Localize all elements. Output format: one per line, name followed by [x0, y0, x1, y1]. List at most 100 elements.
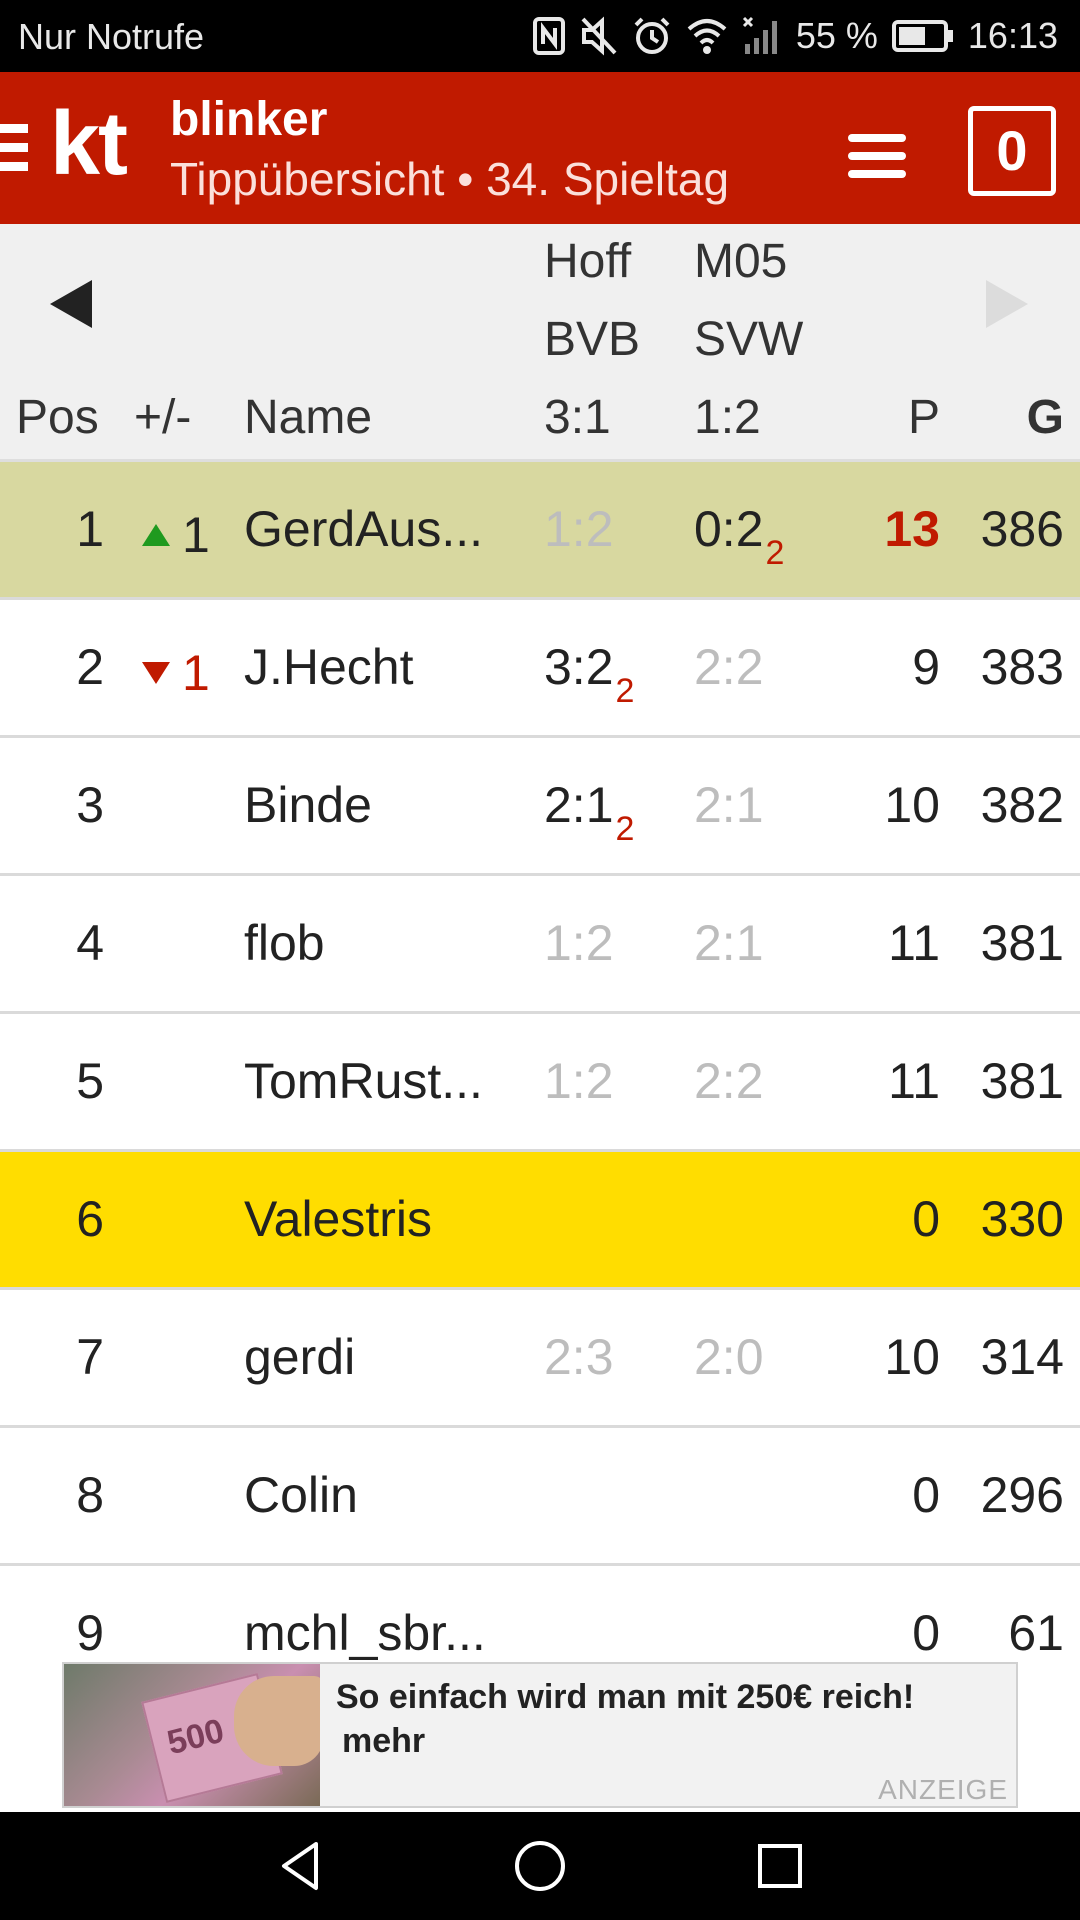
ad-label: ANZEIGE: [878, 1774, 1008, 1805]
ad-headline[interactable]: So einfach wird man mit 250€ reich!: [336, 1678, 914, 1717]
table-row[interactable]: 1 1 GerdAus... 1:2 0:22 13 386: [0, 462, 1080, 600]
trend-down-icon: [142, 662, 170, 684]
row-name: flob: [244, 915, 325, 971]
row-tip-match2: 0:22: [694, 501, 785, 572]
row-name: GerdAus...: [244, 501, 483, 557]
match1-away-team: BVB: [544, 313, 641, 366]
column-header-name: Name: [244, 391, 373, 444]
status-bar: Nur Notrufe 55 % 16:13: [0, 0, 1080, 72]
tip-points: 2: [765, 534, 785, 572]
tip-points: 2: [615, 810, 635, 848]
row-name: TomRust...: [244, 1053, 483, 1109]
row-position: 2: [76, 639, 104, 695]
column-header-pos: Pos: [16, 391, 99, 444]
row-position: 7: [76, 1329, 104, 1385]
carrier-label: Nur Notrufe: [18, 16, 205, 57]
app-header: kt blinker Tippübersicht • 34. Spieltag …: [0, 72, 1080, 224]
mute-icon: [580, 16, 618, 56]
recents-icon[interactable]: [750, 1836, 810, 1896]
table-row-current-user[interactable]: 6 Valestris 0 330: [0, 1152, 1080, 1290]
clock: 16:13: [967, 15, 1058, 56]
row-tip-match1: 2:3: [544, 1329, 614, 1385]
drawer-menu-icon[interactable]: [0, 124, 30, 174]
battery-icon: [891, 19, 954, 53]
row-position: 8: [76, 1467, 104, 1523]
ad-banner[interactable]: 500 So einfach wird man mit 250€ reich! …: [62, 1662, 1018, 1808]
back-icon[interactable]: [270, 1836, 330, 1896]
row-tip-match1: 1:2: [544, 501, 614, 557]
column-header-points: P: [907, 391, 940, 444]
row-total: 381: [980, 1053, 1064, 1109]
row-points: 11: [888, 915, 940, 971]
app-logo[interactable]: kt: [50, 94, 128, 194]
row-tip-match2: 2:1: [694, 777, 764, 833]
column-header-total: G: [1026, 391, 1064, 444]
ad-more-link[interactable]: mehr: [342, 1722, 425, 1761]
notification-counter-button[interactable]: 0: [968, 106, 1056, 196]
row-name: Binde: [244, 777, 372, 833]
table-row[interactable]: 7 gerdi 2:3 2:0 10 314: [0, 1290, 1080, 1428]
row-position: 3: [76, 777, 104, 833]
row-points: 10: [884, 777, 940, 833]
status-icons: 55 % 16:13: [532, 12, 1058, 60]
column-header-trend: +/-: [134, 391, 192, 444]
row-tip-match1: 2:12: [544, 777, 635, 848]
row-tip-match1: 3:22: [544, 639, 635, 710]
table-row[interactable]: 3 Binde 2:12 2:1 10 382: [0, 738, 1080, 876]
match2-away-team: SVW: [694, 313, 804, 366]
row-position: 9: [76, 1605, 104, 1661]
page-title: blinker: [170, 93, 328, 146]
table-row[interactable]: 5 TomRust... 1:2 2:2 11 381: [0, 1014, 1080, 1152]
home-icon[interactable]: [510, 1836, 570, 1896]
wifi-icon: [686, 17, 728, 55]
alarm-icon: [632, 16, 672, 56]
row-total: 382: [980, 777, 1064, 833]
row-points: 11: [888, 1053, 940, 1109]
match1-home-team: Hoff: [544, 235, 632, 288]
row-tip-match2: 2:1: [694, 915, 764, 971]
row-position: 1: [76, 501, 104, 557]
row-points: 13: [884, 501, 940, 557]
row-tip-match2: 2:0: [694, 1329, 764, 1385]
row-points: 10: [884, 1329, 940, 1385]
match1-result: 3:1: [544, 391, 611, 444]
table-row[interactable]: 2 1 J.Hecht 3:22 2:2 9 383: [0, 600, 1080, 738]
row-position: 6: [76, 1191, 104, 1247]
match2-home-team: M05: [694, 235, 788, 288]
row-total: 386: [980, 501, 1064, 557]
row-total: 383: [980, 639, 1064, 695]
row-points: 0: [912, 1191, 940, 1247]
match2-result: 1:2: [694, 391, 761, 444]
row-points: 9: [912, 639, 940, 695]
row-trend: 1: [142, 638, 222, 702]
row-name: mchl_sbr...: [244, 1605, 486, 1661]
row-total: 296: [980, 1467, 1064, 1523]
nfc-icon: [532, 16, 566, 56]
table-header: Hoff BVB 3:1 M05 SVW 1:2 Pos +/- Name P …: [0, 224, 1080, 462]
system-navigation-bar: [0, 1812, 1080, 1920]
table-row[interactable]: 4 flob 1:2 2:1 11 381: [0, 876, 1080, 1014]
row-name: J.Hecht: [244, 639, 414, 695]
row-name: gerdi: [244, 1329, 356, 1385]
menu-icon[interactable]: [848, 134, 906, 178]
page-subtitle: Tippübersicht • 34. Spieltag: [170, 153, 730, 205]
row-name: Colin: [244, 1467, 358, 1523]
row-tip-match2: 2:2: [694, 639, 764, 695]
row-trend: 1: [142, 500, 222, 564]
row-total: 314: [980, 1329, 1064, 1385]
row-total: 61: [1008, 1605, 1064, 1661]
previous-arrow-icon[interactable]: [50, 280, 92, 328]
row-position: 4: [76, 915, 104, 971]
next-arrow-icon: [986, 280, 1028, 328]
trend-up-icon: [142, 524, 170, 546]
battery-percent: 55 %: [795, 15, 878, 56]
row-total: 330: [980, 1191, 1064, 1247]
row-points: 0: [912, 1467, 940, 1523]
row-name: Valestris: [244, 1191, 433, 1247]
ad-image[interactable]: 500: [64, 1664, 320, 1806]
row-tip-match1: 1:2: [544, 915, 614, 971]
row-tip-match2: 2:2: [694, 1053, 764, 1109]
table-row[interactable]: 8 Colin 0 296: [0, 1428, 1080, 1566]
tip-points: 2: [615, 672, 635, 710]
row-position: 5: [76, 1053, 104, 1109]
